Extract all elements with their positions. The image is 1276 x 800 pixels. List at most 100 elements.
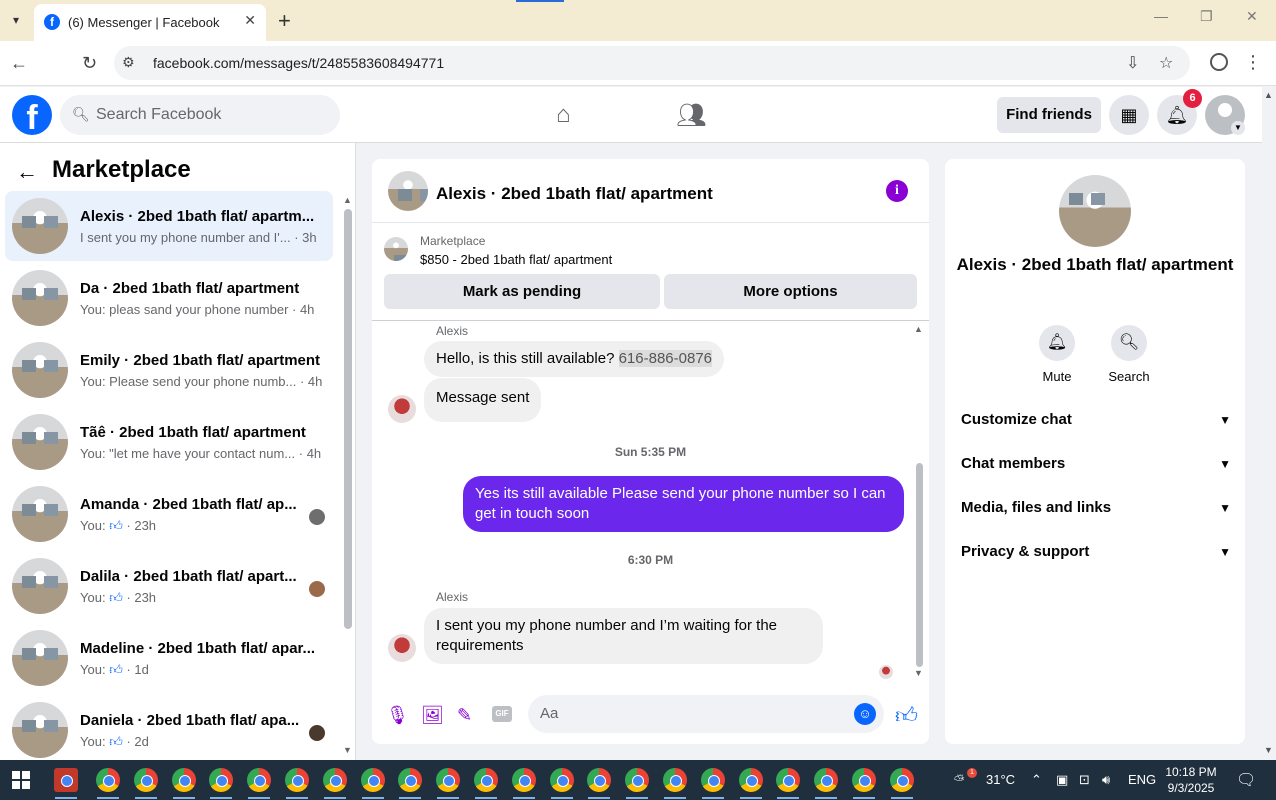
url-field[interactable]: ⚙ facebook.com/messages/t/24855836084947… bbox=[114, 46, 1190, 80]
home-icon[interactable]: ⌂ bbox=[556, 101, 571, 129]
sender-avatar[interactable] bbox=[388, 634, 416, 662]
browser-menu-icon[interactable]: ⋮ bbox=[1244, 52, 1262, 73]
site-info-icon[interactable]: ⚙ bbox=[122, 54, 135, 71]
chat-avatar[interactable] bbox=[388, 171, 428, 211]
chrome-window-icon[interactable] bbox=[285, 768, 309, 792]
friends-icon[interactable]: 👥︎ bbox=[676, 101, 706, 130]
bookmark-star-icon[interactable]: ☆ bbox=[1159, 53, 1173, 73]
conversation-item[interactable]: Madeline · 2bed 1bath flat/ apar... You:… bbox=[5, 623, 333, 693]
pinned-app-icon[interactable] bbox=[54, 768, 78, 792]
chrome-window-icon[interactable] bbox=[209, 768, 234, 792]
message-input[interactable]: Aa ☺ bbox=[528, 695, 884, 733]
sender-avatar[interactable] bbox=[388, 395, 416, 423]
reload-icon[interactable]: ↻ bbox=[82, 53, 97, 74]
search-button[interactable]: 🔍︎ Search bbox=[1099, 325, 1159, 384]
chat-title[interactable]: Alexis · 2bed 1bath flat/ apartment bbox=[436, 184, 713, 204]
scroll-up-icon[interactable]: ▲ bbox=[914, 324, 923, 334]
back-icon[interactable]: ← bbox=[10, 53, 28, 74]
conversation-item[interactable]: Da · 2bed 1bath flat/ apartment You: ple… bbox=[5, 263, 333, 333]
chrome-window-icon[interactable] bbox=[700, 768, 725, 792]
temperature[interactable]: 31°C bbox=[986, 772, 1015, 787]
conversation-item[interactable]: Dalila · 2bed 1bath flat/ apart... You: … bbox=[5, 551, 333, 621]
chrome-window-icon[interactable] bbox=[247, 768, 272, 792]
tab-search-icon[interactable]: ▾ bbox=[6, 10, 26, 30]
new-tab-icon[interactable]: + bbox=[278, 8, 291, 34]
conversation-item[interactable]: Emily · 2bed 1bath flat/ apartment You: … bbox=[5, 335, 333, 405]
outgoing-message[interactable]: Yes its still available Please send your… bbox=[463, 476, 904, 532]
chrome-window-icon[interactable] bbox=[889, 768, 914, 792]
photo-icon[interactable]: 🖼︎ bbox=[421, 705, 444, 726]
clock[interactable]: 10:18 PM 9/3/2025 bbox=[1160, 764, 1222, 796]
chrome-window-icon[interactable] bbox=[587, 768, 612, 792]
scroll-down-icon[interactable]: ▼ bbox=[343, 745, 352, 755]
listing-price[interactable]: $850 - 2bed 1bath flat/ apartment bbox=[420, 252, 612, 267]
more-options-button[interactable]: More options bbox=[664, 274, 917, 309]
chrome-window-icon[interactable] bbox=[738, 768, 763, 792]
chrome-window-icon[interactable] bbox=[322, 768, 347, 792]
chat-scrollbar[interactable] bbox=[916, 463, 923, 667]
chrome-window-icon[interactable] bbox=[549, 768, 574, 792]
facebook-logo-icon[interactable]: f bbox=[12, 95, 52, 137]
phone-number[interactable]: 616-886-0876 bbox=[618, 350, 713, 367]
chrome-window-icon[interactable] bbox=[511, 768, 536, 792]
chrome-window-icon[interactable] bbox=[625, 768, 650, 792]
install-app-icon[interactable]: ⇩ bbox=[1126, 53, 1139, 73]
sticker-icon[interactable]: ✎ bbox=[457, 705, 472, 726]
open-window-indicator bbox=[853, 797, 875, 799]
notifications-icon[interactable]: 🗨︎ bbox=[1236, 770, 1256, 790]
mute-button[interactable]: 🔔︎ Mute bbox=[1027, 325, 1087, 384]
windows-start-icon[interactable] bbox=[12, 771, 30, 789]
volume-icon[interactable]: 🔊︎ bbox=[1102, 772, 1110, 788]
page-scroll-up-icon[interactable]: ▲ bbox=[1264, 90, 1273, 100]
chrome-window-icon[interactable] bbox=[776, 768, 801, 792]
incoming-message[interactable]: Message sent bbox=[424, 378, 542, 422]
meet-icon[interactable]: ▣ bbox=[1056, 772, 1068, 788]
customize-chat-section[interactable]: Customize chat ▼ bbox=[961, 406, 1231, 434]
search-facebook-input[interactable]: 🔍︎ Search Facebook bbox=[60, 95, 340, 135]
scroll-up-icon[interactable]: ▲ bbox=[343, 195, 352, 205]
conversation-item[interactable]: Tãê · 2bed 1bath flat/ apartment You: "l… bbox=[5, 407, 333, 477]
sidebar-scrollbar[interactable] bbox=[344, 209, 352, 629]
language-indicator[interactable]: ENG bbox=[1128, 772, 1156, 787]
conversation-item[interactable]: Amanda · 2bed 1bath flat/ ap... You: 👍︎ … bbox=[5, 479, 333, 549]
conversation-item[interactable]: Alexis · 2bed 1bath flat/ apartm... I se… bbox=[5, 191, 333, 261]
chrome-window-icon[interactable] bbox=[133, 768, 158, 792]
restore-icon[interactable]: ❐ bbox=[1200, 8, 1213, 25]
gif-icon[interactable]: GIF bbox=[492, 706, 512, 722]
network-icon[interactable]: ⊡ bbox=[1079, 772, 1090, 788]
privacy-support-section[interactable]: Privacy & support ▼ bbox=[961, 538, 1231, 566]
chrome-window-icon[interactable] bbox=[171, 768, 196, 792]
menu-grid-icon[interactable]: ▦ bbox=[1109, 95, 1149, 135]
chrome-window-icon[interactable] bbox=[474, 768, 498, 792]
emoji-icon[interactable]: ☺ bbox=[854, 703, 876, 725]
microphone-icon[interactable]: 🎙︎ bbox=[386, 705, 409, 726]
minimize-icon[interactable]: — bbox=[1154, 8, 1168, 24]
chevron-up-icon[interactable]: ⌃ bbox=[1031, 772, 1042, 788]
chrome-window-icon[interactable] bbox=[360, 768, 385, 792]
find-friends-button[interactable]: Find friends bbox=[997, 97, 1101, 133]
browser-tab[interactable]: f (6) Messenger | Facebook ✕ bbox=[34, 4, 266, 41]
chrome-window-icon[interactable] bbox=[814, 768, 839, 792]
close-tab-icon[interactable]: ✕ bbox=[244, 12, 256, 29]
weather-icon[interactable]: ⛅︎ bbox=[954, 772, 964, 788]
contact-avatar[interactable] bbox=[1059, 175, 1131, 247]
chrome-window-icon[interactable] bbox=[398, 768, 423, 792]
incoming-message[interactable]: I sent you my phone number and I’m waiti… bbox=[424, 608, 823, 664]
scroll-down-icon[interactable]: ▼ bbox=[914, 668, 923, 678]
incoming-message[interactable]: Hello, is this still available? 616-886-… bbox=[424, 341, 725, 377]
chrome-window-icon[interactable] bbox=[663, 768, 687, 792]
mark-as-pending-button[interactable]: Mark as pending bbox=[384, 274, 660, 309]
chat-members-section[interactable]: Chat members ▼ bbox=[961, 450, 1231, 478]
chevron-down-icon[interactable]: ▼ bbox=[1231, 121, 1245, 135]
profile-icon[interactable] bbox=[1210, 53, 1228, 71]
chrome-window-icon[interactable] bbox=[852, 768, 876, 792]
conversation-item[interactable]: Daniela · 2bed 1bath flat/ apa... You: 👍… bbox=[5, 695, 333, 760]
info-icon[interactable]: i bbox=[886, 180, 908, 202]
thumbs-up-icon[interactable]: 👍︎ bbox=[895, 702, 918, 729]
close-window-icon[interactable]: ✕ bbox=[1246, 8, 1258, 25]
page-scroll-down-icon[interactable]: ▼ bbox=[1264, 745, 1273, 755]
media-files-links-section[interactable]: Media, files and links ▼ bbox=[961, 494, 1231, 522]
chrome-window-icon[interactable] bbox=[96, 768, 120, 792]
back-arrow-icon[interactable]: ← bbox=[16, 159, 38, 185]
chrome-window-icon[interactable] bbox=[436, 768, 461, 792]
